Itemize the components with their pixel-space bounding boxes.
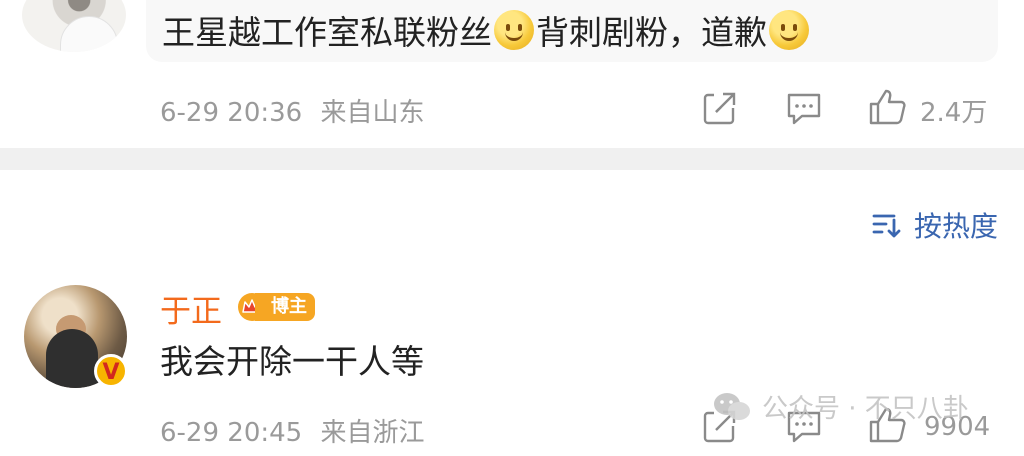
comment-time: 6-29 20:36 [160,98,303,128]
username[interactable]: 于正 [160,286,222,331]
watermark: 公众号 · 不只八卦 [712,388,969,425]
smile-emoji-icon [769,10,809,50]
comment-meta: 6-29 20:45 来自浙江 [160,412,424,449]
comment-location: 来自山东 [320,98,425,128]
author-badge: 博主 [237,292,315,322]
share-icon[interactable] [702,90,738,126]
avatar[interactable] [22,0,126,52]
sort-label: 按热度 [913,210,998,243]
comment-card-top: 王星越工作室私联粉丝 背刺剧粉，道歉 6-29 20:36 来自山东 2.4万 [0,0,1024,148]
smile-emoji-icon [494,10,534,50]
wechat-icon [714,392,750,420]
verified-badge: V [94,354,128,388]
author-badge-label: 博主 [255,293,315,321]
comment-text: 王星越工作室私联粉丝 背刺剧粉，道歉 [162,10,811,55]
like-count: 2.4万 [920,98,988,128]
comment-text-part2: 背刺剧粉，道歉 [536,13,767,52]
sort-by-hot-button[interactable]: 按热度 [872,205,998,245]
section-divider [0,148,1024,170]
comment-text: 我会开除一干人等 [160,342,424,381]
sort-icon [872,214,901,238]
comment-meta: 6-29 20:36 来自山东 [160,92,424,129]
comment-icon[interactable] [786,92,822,126]
comment-text-part1: 王星越工作室私联粉丝 [162,13,492,52]
comment-time: 6-29 20:45 [160,418,303,448]
like-icon[interactable] [868,88,908,126]
watermark-text: 公众号 · 不只八卦 [762,394,969,424]
comment-location: 来自浙江 [320,418,425,448]
